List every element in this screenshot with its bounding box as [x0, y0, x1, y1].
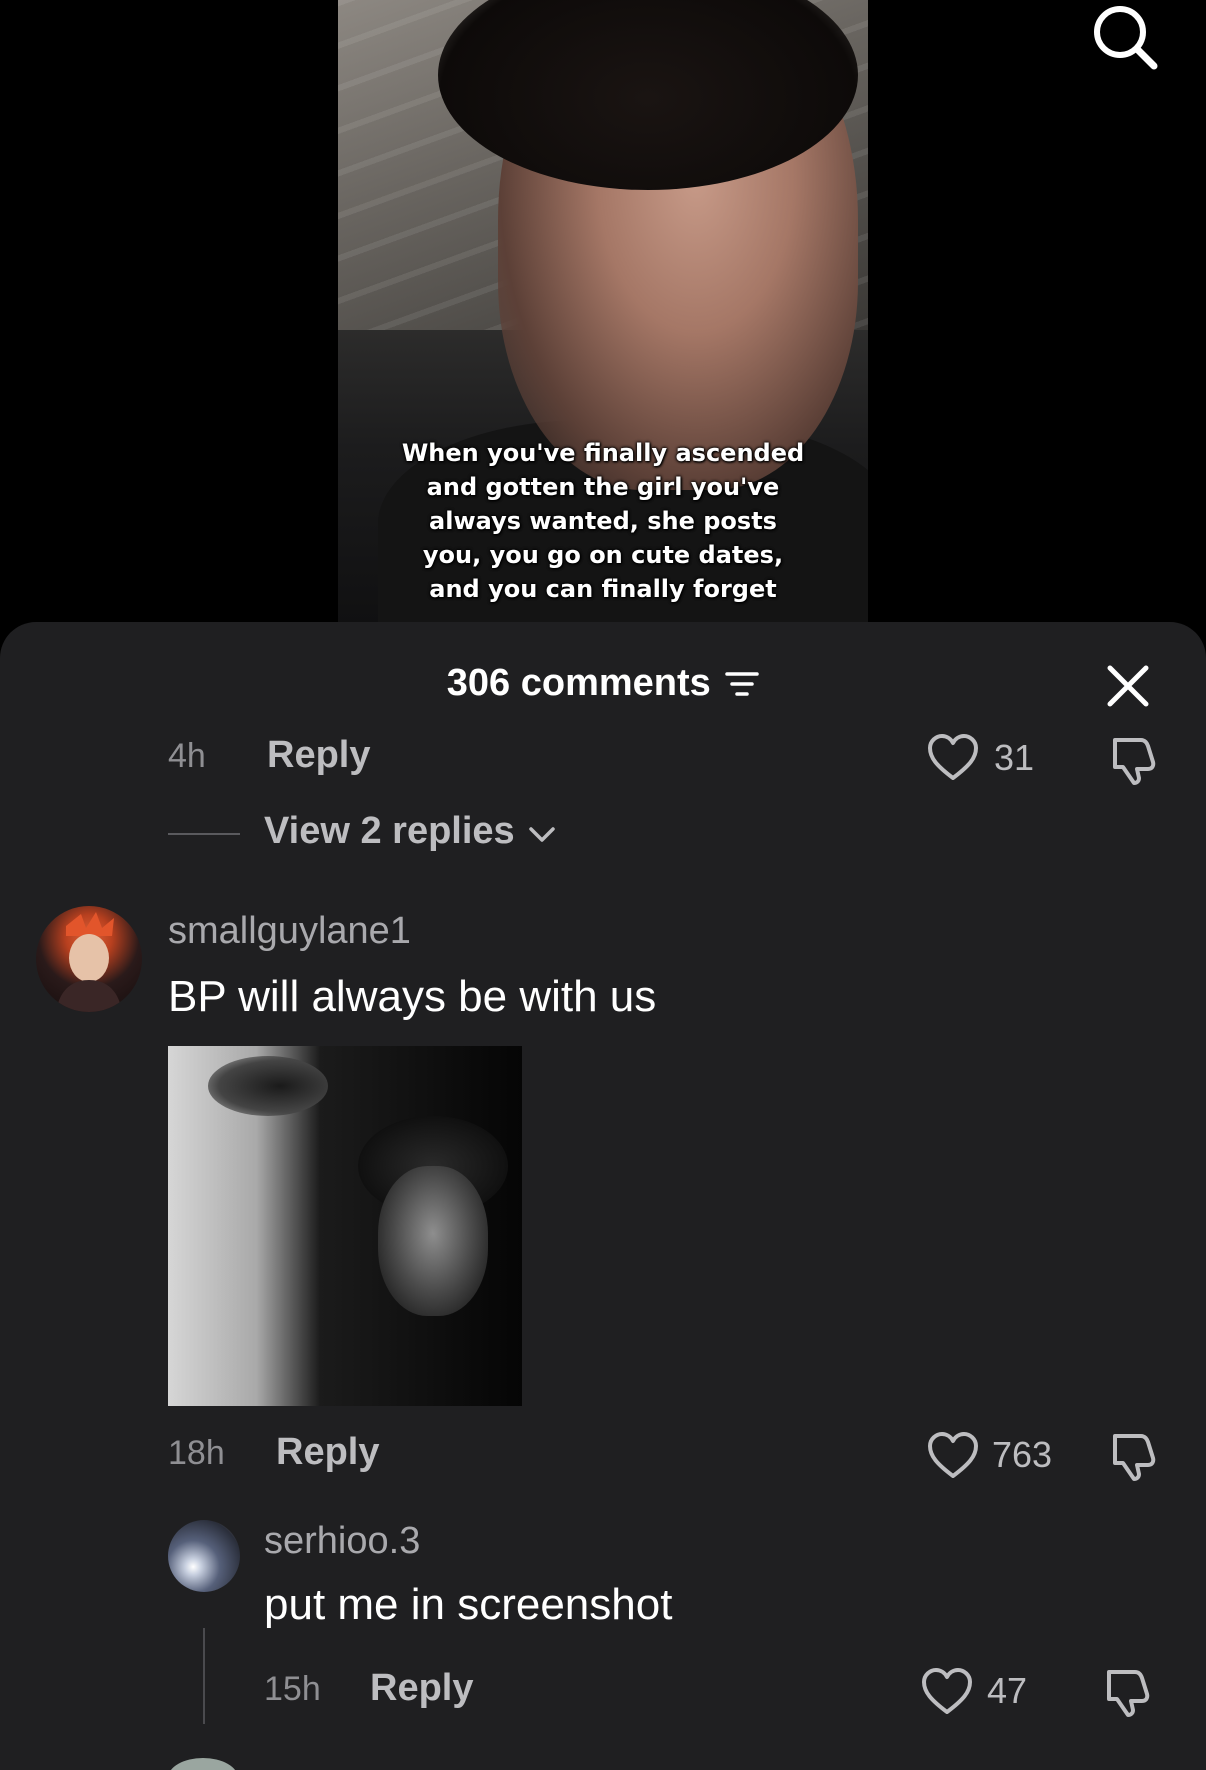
caption-line: and gotten the girl you've [426, 473, 780, 501]
dislike-icon[interactable] [1101, 1666, 1153, 1718]
comment-text: put me in screenshot [264, 1580, 673, 1629]
comments-header: 306 comments [0, 662, 1206, 710]
comment-username[interactable]: serhioo.3 [264, 1520, 420, 1563]
image-detail [208, 1056, 328, 1116]
dislike-icon[interactable] [1107, 734, 1159, 786]
filter-icon[interactable] [725, 669, 759, 699]
caption-line: and you can finally forget [429, 575, 777, 603]
caption-line: always wanted, she posts [429, 507, 777, 535]
view-replies-button[interactable]: View 2 replies [264, 810, 515, 853]
caption-line: When you've finally ascended [401, 439, 805, 467]
comments-count: 306 comments [446, 662, 711, 704]
like-count: 763 [992, 1434, 1053, 1475]
comment-image[interactable] [168, 1046, 522, 1406]
thread-line [203, 1628, 205, 1724]
like-count: 47 [987, 1670, 1028, 1711]
search-button[interactable] [1088, 0, 1162, 74]
caption-line: you, you go on cute dates, [422, 541, 784, 569]
comment-time: 15h [264, 1670, 321, 1708]
comment-username[interactable]: smallguylane1 [168, 910, 411, 953]
reply-button[interactable]: Reply [370, 1667, 473, 1710]
heart-icon[interactable] [921, 1668, 973, 1716]
image-detail [378, 1166, 488, 1316]
comment-time: 18h [168, 1434, 225, 1472]
video-player[interactable]: When you've finally ascended and gotten … [338, 0, 868, 640]
search-icon [1094, 6, 1158, 70]
chevron-down-icon[interactable] [528, 824, 556, 846]
avatar[interactable] [168, 1520, 240, 1592]
dislike-icon[interactable] [1107, 1430, 1159, 1482]
video-area: When you've finally ascended and gotten … [0, 0, 1206, 640]
reply-button[interactable]: Reply [267, 734, 370, 777]
avatar-image [56, 912, 122, 1012]
reply-button[interactable]: Reply [276, 1431, 379, 1474]
next-comment-avatar[interactable] [168, 1758, 238, 1770]
comments-sheet: 306 comments 4h Reply 31 View 2 replies [0, 622, 1206, 1770]
close-button[interactable] [1104, 662, 1152, 710]
like-count: 31 [994, 737, 1035, 778]
avatar[interactable] [36, 906, 142, 1012]
heart-icon[interactable] [927, 1432, 979, 1480]
comment-text: BP will always be with us [168, 972, 657, 1021]
video-caption: When you've finally ascended and gotten … [338, 436, 868, 606]
close-icon [1107, 665, 1149, 707]
comment-time: 4h [168, 737, 206, 775]
view-replies-divider [168, 833, 240, 835]
heart-icon[interactable] [927, 734, 979, 782]
